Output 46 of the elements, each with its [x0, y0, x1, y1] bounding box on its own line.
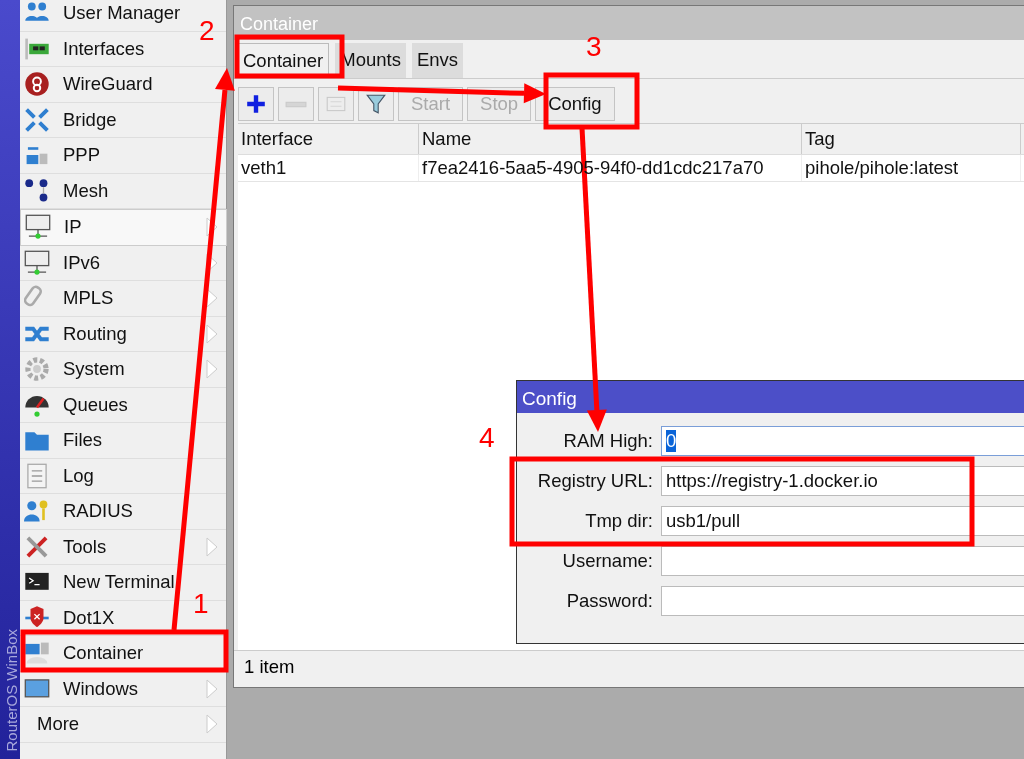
remove-icon	[285, 100, 307, 108]
input-field[interactable]: 0	[661, 426, 1024, 456]
toolbar-button[interactable]: Config	[535, 87, 615, 121]
input-field[interactable]: https://registry-1.docker.io	[661, 466, 1024, 496]
field-label: Password:	[565, 590, 654, 612]
filter-icon	[365, 93, 387, 115]
field-label: RAM High:	[562, 430, 654, 452]
menu-item[interactable]: Tools	[20, 529, 226, 565]
menu-icon	[24, 462, 50, 489]
menu-item[interactable]: PPP	[20, 138, 226, 174]
menu-item[interactable]: MPLS	[20, 281, 226, 317]
menu-item[interactable]: Files	[20, 423, 226, 459]
menu-item[interactable]: IP	[20, 209, 227, 246]
step-number: 4	[479, 424, 495, 452]
menu-item[interactable]: Queues	[20, 387, 226, 423]
column-header[interactable]: Interface	[238, 124, 419, 154]
table-cell: veth1	[238, 155, 419, 181]
field-label: Registry URL:	[536, 470, 654, 492]
menu-item[interactable]: Routing	[20, 316, 226, 352]
add-button[interactable]	[238, 87, 274, 121]
input-field[interactable]	[661, 586, 1024, 616]
menu-icon	[24, 106, 50, 133]
menu-item[interactable]: Log	[20, 458, 226, 494]
column-header[interactable]: Tag	[802, 124, 1021, 154]
input-field[interactable]: usb1/pull	[661, 506, 1024, 536]
menu-item[interactable]: System	[20, 352, 226, 388]
tab[interactable]: Envs	[411, 43, 464, 78]
menu-icon	[24, 356, 50, 383]
field-label: Username:	[561, 550, 654, 572]
menu-item[interactable]: RADIUS	[20, 494, 226, 530]
table-cell: pihole/pihole:latest	[802, 155, 1021, 181]
menu-icon	[25, 214, 51, 241]
menu-icon	[24, 71, 50, 98]
column-header[interactable]: Name	[419, 124, 802, 154]
field-label: Tmp dir:	[584, 510, 654, 532]
menu-item[interactable]: Windows	[20, 671, 226, 707]
add-icon	[245, 93, 267, 115]
status-text: 1 item	[244, 656, 295, 678]
menu-icon	[24, 249, 50, 276]
dialog-title: Config	[517, 381, 1024, 413]
menu-item[interactable]: More	[20, 707, 226, 743]
menu-item[interactable]: Container	[20, 636, 226, 672]
input-field[interactable]	[661, 546, 1024, 576]
menu-item[interactable]: Bridge	[20, 102, 226, 138]
menu-icon	[24, 177, 50, 204]
brand-label: RouterOS WinBox	[2, 627, 20, 752]
